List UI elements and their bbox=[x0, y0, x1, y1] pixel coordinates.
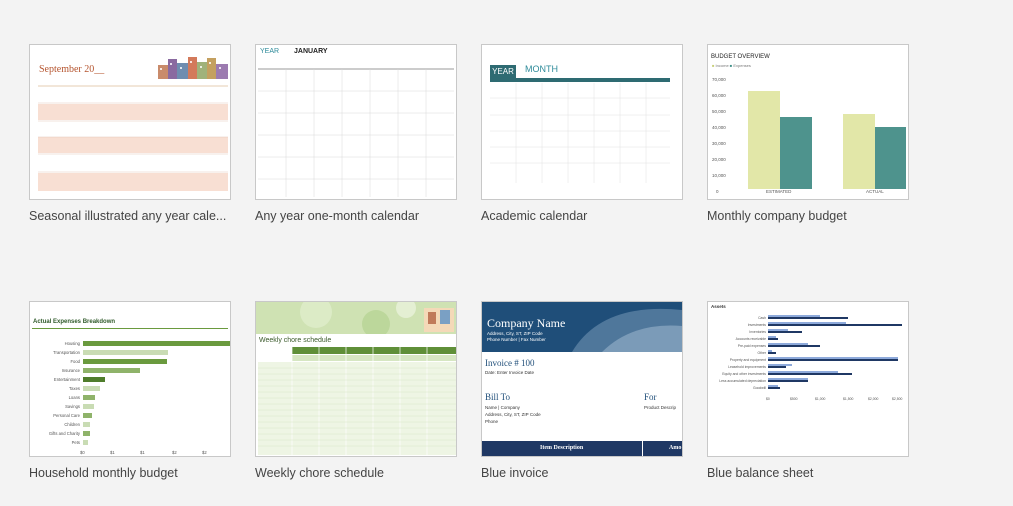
thumb-for: For bbox=[644, 392, 657, 402]
thumb-title: September 20__ bbox=[39, 64, 105, 75]
template-thumbnail: September 20__ bbox=[29, 44, 231, 200]
svg-text:ESTIMATED: ESTIMATED bbox=[766, 189, 792, 194]
svg-text:40,000: 40,000 bbox=[712, 125, 726, 130]
svg-text:$500: $500 bbox=[790, 397, 798, 401]
thumb-month: MONTH bbox=[525, 64, 558, 74]
svg-text:$1: $1 bbox=[110, 450, 115, 455]
svg-text:Less accumulated depreciation: Less accumulated depreciation bbox=[719, 379, 766, 383]
header-bar bbox=[490, 78, 670, 82]
template-label: Seasonal illustrated any year cale... bbox=[29, 209, 227, 223]
svg-text:$1: $1 bbox=[140, 450, 145, 455]
svg-text:Investments: Investments bbox=[748, 323, 767, 327]
thumb-invoice-number: Invoice # 100 bbox=[485, 358, 535, 368]
thumb-title: Assets bbox=[711, 304, 726, 309]
svg-text:Goodwill: Goodwill bbox=[753, 386, 766, 390]
template-thumbnail: YEAR JANUARY bbox=[255, 44, 457, 200]
header-banner bbox=[256, 302, 456, 334]
thumb-bill-address: Address, City, ST, ZIP Code bbox=[485, 412, 541, 417]
calendar-grid bbox=[38, 81, 228, 193]
title-underline bbox=[32, 328, 228, 329]
budget-chart: 70,000 60,000 50,000 40,000 30,000 20,000 10… bbox=[710, 73, 906, 197]
thumb-company: Company Name bbox=[487, 316, 566, 330]
svg-text:$2: $2 bbox=[202, 450, 207, 455]
svg-text:Savings: Savings bbox=[65, 404, 80, 409]
chore-grid bbox=[258, 347, 456, 455]
svg-text:Other: Other bbox=[758, 351, 767, 355]
legend-expenses: Expenses bbox=[733, 63, 751, 68]
assets-chart: Cash Investments Inventories Accounts rece… bbox=[708, 312, 908, 402]
thumb-title: Weekly chore schedule bbox=[259, 337, 332, 344]
template-label: Any year one-month calendar bbox=[255, 209, 419, 223]
table-divider bbox=[642, 441, 643, 456]
svg-text:Insurance: Insurance bbox=[62, 368, 81, 373]
thumb-year: YEAR bbox=[260, 48, 280, 55]
svg-text:Inventories: Inventories bbox=[749, 330, 766, 334]
svg-text:Accounts receivable: Accounts receivable bbox=[736, 337, 766, 341]
template-label: Weekly chore schedule bbox=[255, 466, 385, 480]
template-label: Blue balance sheet bbox=[707, 466, 814, 480]
svg-text:Cash: Cash bbox=[758, 316, 766, 320]
svg-text:0: 0 bbox=[716, 189, 719, 194]
svg-text:$2: $2 bbox=[172, 450, 177, 455]
svg-text:ACTUAL: ACTUAL bbox=[866, 189, 884, 194]
svg-text:$1,000: $1,000 bbox=[815, 397, 825, 401]
svg-text:$2,000: $2,000 bbox=[868, 397, 878, 401]
template-thumbnail: Assets Cash Investments Inventories Accoun… bbox=[707, 301, 909, 457]
template-thumbnail: Company Name Address, City, ST, ZIP Code… bbox=[481, 301, 683, 457]
thumb-for-desc: Product Descrip bbox=[644, 405, 677, 410]
svg-text:Children: Children bbox=[64, 422, 80, 427]
svg-text:Taxes: Taxes bbox=[69, 386, 80, 391]
svg-text:Pets: Pets bbox=[72, 440, 80, 445]
svg-text:Food: Food bbox=[70, 359, 80, 364]
svg-text:Pre-paid expenses: Pre-paid expenses bbox=[738, 344, 767, 348]
thumb-title: BUDGET OVERVIEW bbox=[711, 54, 770, 60]
svg-text:20,000: 20,000 bbox=[712, 157, 726, 162]
template-thumbnail: Actual Expenses Breakdown Housing Transpo… bbox=[29, 301, 231, 457]
svg-text:Entertainment: Entertainment bbox=[54, 377, 81, 382]
thumb-bill-to: Bill To bbox=[485, 392, 510, 402]
template-label: Academic calendar bbox=[481, 209, 588, 223]
svg-text:$0: $0 bbox=[766, 397, 770, 401]
svg-text:Loans: Loans bbox=[69, 395, 80, 400]
chart-legend: ■ Income ■ Expenses bbox=[712, 63, 751, 68]
svg-text:60,000: 60,000 bbox=[712, 93, 726, 98]
houses-illustration-icon bbox=[158, 55, 228, 79]
template-label: Blue invoice bbox=[481, 466, 549, 480]
svg-text:Equity and other investments: Equity and other investments bbox=[722, 372, 766, 376]
svg-text:$1,500: $1,500 bbox=[843, 397, 853, 401]
thumb-title: Actual Expenses Breakdown bbox=[33, 319, 116, 325]
svg-text:Personal Care: Personal Care bbox=[53, 413, 80, 418]
svg-text:Transportation: Transportation bbox=[53, 350, 81, 355]
col-amount: Amo bbox=[669, 445, 682, 451]
svg-text:Property and equipment: Property and equipment bbox=[730, 358, 766, 362]
svg-text:Leasehold improvements: Leasehold improvements bbox=[728, 365, 766, 369]
svg-text:50,000: 50,000 bbox=[712, 109, 726, 114]
template-thumbnail: Weekly chore schedule bbox=[255, 301, 457, 457]
thumb-bill-phone: Phone bbox=[485, 419, 499, 424]
svg-text:$0: $0 bbox=[80, 450, 85, 455]
thumb-address: Address, City, ST, ZIP Code bbox=[487, 331, 543, 336]
thumb-phone: Phone Number | Fax Number bbox=[487, 337, 546, 342]
thumb-bill-name: Name | Company bbox=[485, 405, 520, 410]
legend-income: Income bbox=[715, 63, 729, 68]
calendar-grid bbox=[258, 65, 454, 197]
thumb-year: YEAR bbox=[490, 65, 516, 78]
svg-text:Housing: Housing bbox=[65, 341, 81, 346]
template-thumbnail: YEAR MONTH bbox=[481, 44, 683, 200]
svg-text:10,000: 10,000 bbox=[712, 173, 726, 178]
svg-text:Gifts and Charity: Gifts and Charity bbox=[49, 431, 81, 436]
svg-text:70,000: 70,000 bbox=[712, 77, 726, 82]
svg-text:30,000: 30,000 bbox=[712, 141, 726, 146]
svg-text:$2,500: $2,500 bbox=[892, 397, 902, 401]
col-item-description: Item Description bbox=[540, 445, 584, 451]
template-thumbnail: BUDGET OVERVIEW ■ Income ■ Expenses 70,0… bbox=[707, 44, 909, 200]
thumb-date: Date: Enter Invoice Date bbox=[485, 370, 535, 375]
expenses-chart: Housing Transportation Food Insurance Enter… bbox=[30, 337, 230, 455]
thumb-month: JANUARY bbox=[294, 48, 328, 55]
calendar-grid bbox=[490, 83, 670, 183]
template-label: Monthly company budget bbox=[707, 209, 847, 223]
template-label: Household monthly budget bbox=[29, 466, 178, 480]
